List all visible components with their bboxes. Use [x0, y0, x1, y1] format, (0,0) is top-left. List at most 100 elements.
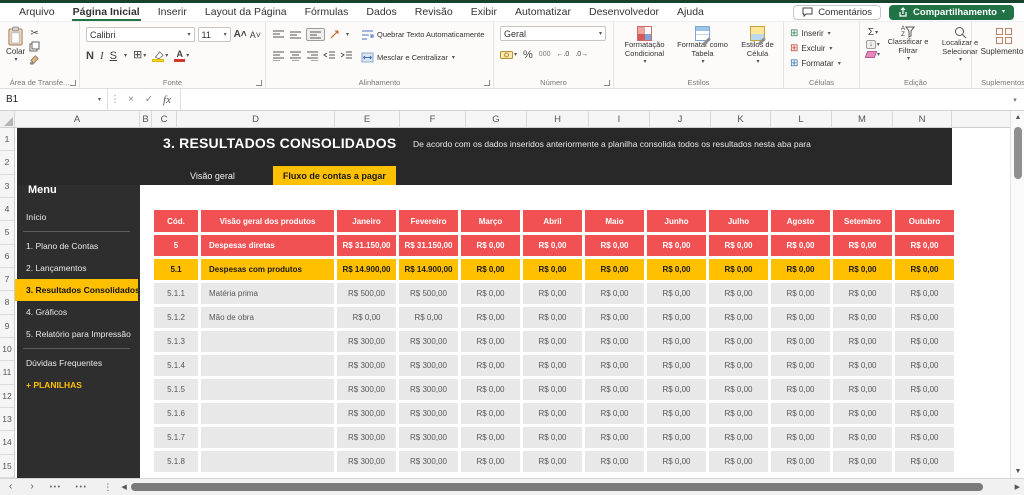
accounting-format-icon[interactable]: ▾: [500, 50, 517, 60]
column-header-N[interactable]: N: [893, 111, 952, 127]
align-middle-icon[interactable]: [289, 29, 302, 40]
table-code-cell[interactable]: 5.1.2: [154, 307, 198, 328]
prev-sheet-icon[interactable]: ‹: [0, 482, 21, 492]
table-value-cell[interactable]: R$ 0,00: [771, 403, 830, 424]
table-value-cell[interactable]: R$ 0,00: [709, 427, 768, 448]
menu-tab-inserir[interactable]: Inserir: [149, 3, 196, 21]
table-label-cell[interactable]: [201, 355, 334, 376]
align-center-icon[interactable]: [289, 50, 302, 61]
table-value-cell[interactable]: R$ 300,00: [399, 451, 458, 472]
table-value-cell[interactable]: R$ 300,00: [399, 403, 458, 424]
row-header-6[interactable]: 6: [0, 245, 14, 268]
table-value-cell[interactable]: R$ 0,00: [585, 235, 644, 256]
menu-tab-layout-da-p-gina[interactable]: Layout da Página: [196, 3, 296, 21]
scroll-down-icon[interactable]: ▼: [1011, 468, 1024, 475]
table-code-cell[interactable]: 5.1: [154, 259, 198, 280]
table-code-cell[interactable]: 5.1.4: [154, 355, 198, 376]
row-header-12[interactable]: 12: [0, 385, 14, 408]
fill-icon[interactable]: ↓▾: [866, 40, 880, 49]
table-label-cell[interactable]: [201, 403, 334, 424]
table-value-cell[interactable]: R$ 14.900,00: [337, 259, 396, 280]
column-header-L[interactable]: L: [771, 111, 832, 127]
table-value-cell[interactable]: R$ 300,00: [337, 451, 396, 472]
table-label-cell[interactable]: [201, 451, 334, 472]
table-value-cell[interactable]: R$ 0,00: [771, 307, 830, 328]
table-value-cell[interactable]: R$ 0,00: [399, 307, 458, 328]
table-value-cell[interactable]: R$ 0,00: [585, 451, 644, 472]
table-value-cell[interactable]: R$ 500,00: [399, 283, 458, 304]
table-value-cell[interactable]: R$ 300,00: [399, 427, 458, 448]
orientation-icon[interactable]: [329, 29, 341, 40]
row-header-2[interactable]: 2: [0, 151, 14, 174]
table-value-cell[interactable]: R$ 0,00: [523, 259, 582, 280]
number-format-select[interactable]: Geral▾: [500, 26, 606, 41]
table-value-cell[interactable]: R$ 0,00: [523, 235, 582, 256]
menu-tab-dados[interactable]: Dados: [357, 3, 405, 21]
table-value-cell[interactable]: R$ 300,00: [337, 427, 396, 448]
addins-button[interactable]: Suplementos: [981, 26, 1024, 56]
share-button[interactable]: Compartilhamento ▾: [889, 5, 1014, 20]
delete-cells-button[interactable]: ⊞ Excluir▾: [790, 41, 855, 56]
borders-icon[interactable]: ⊞▾: [133, 50, 146, 61]
table-value-cell[interactable]: R$ 0,00: [585, 331, 644, 352]
sort-filter-button[interactable]: AZ Classificar e Filtrar ▾: [884, 26, 932, 76]
table-value-cell[interactable]: R$ 0,00: [585, 427, 644, 448]
table-code-cell[interactable]: 5.1.8: [154, 451, 198, 472]
insert-function-icon[interactable]: fx: [158, 94, 176, 106]
table-value-cell[interactable]: R$ 0,00: [523, 451, 582, 472]
table-value-cell[interactable]: R$ 0,00: [461, 451, 520, 472]
row-header-13[interactable]: 13: [0, 408, 14, 431]
table-value-cell[interactable]: R$ 0,00: [461, 235, 520, 256]
sidebar-item--planilhas[interactable]: + PLANILHAS: [15, 374, 138, 396]
table-value-cell[interactable]: R$ 0,00: [647, 355, 706, 376]
table-value-cell[interactable]: R$ 0,00: [895, 259, 954, 280]
scroll-left-icon[interactable]: ◀: [121, 483, 126, 491]
formula-input[interactable]: [180, 89, 1006, 110]
select-all-corner[interactable]: [0, 111, 15, 127]
row-header-5[interactable]: 5: [0, 221, 14, 244]
table-value-cell[interactable]: R$ 0,00: [461, 307, 520, 328]
column-header-C[interactable]: C: [152, 111, 177, 127]
table-value-cell[interactable]: R$ 31.150,00: [337, 235, 396, 256]
formula-bar-expand-icon[interactable]: ▾: [1006, 96, 1024, 104]
column-header-B[interactable]: B: [140, 111, 152, 127]
table-value-cell[interactable]: R$ 0,00: [895, 235, 954, 256]
conditional-formatting-button[interactable]: Formatação Condicional ▾: [619, 26, 671, 76]
table-value-cell[interactable]: R$ 0,00: [585, 355, 644, 376]
table-value-cell[interactable]: R$ 0,00: [833, 403, 892, 424]
table-value-cell[interactable]: R$ 0,00: [833, 331, 892, 352]
table-value-cell[interactable]: R$ 0,00: [461, 355, 520, 376]
table-value-cell[interactable]: R$ 0,00: [523, 427, 582, 448]
table-value-cell[interactable]: R$ 0,00: [461, 379, 520, 400]
autosum-icon[interactable]: Σ▾: [866, 27, 880, 38]
table-value-cell[interactable]: R$ 300,00: [337, 403, 396, 424]
table-value-cell[interactable]: R$ 0,00: [833, 379, 892, 400]
orientation-chevron[interactable]: ▾: [346, 31, 349, 38]
menu-tab-automatizar[interactable]: Automatizar: [506, 3, 580, 21]
sheet-tab-ellipsis-1[interactable]: •••: [43, 484, 69, 491]
copy-icon[interactable]: [29, 41, 40, 52]
font-size-select[interactable]: 11▾: [198, 27, 231, 42]
table-value-cell[interactable]: R$ 0,00: [523, 307, 582, 328]
table-value-cell[interactable]: R$ 0,00: [585, 283, 644, 304]
table-code-cell[interactable]: 5.1.3: [154, 331, 198, 352]
table-value-cell[interactable]: R$ 0,00: [647, 427, 706, 448]
table-value-cell[interactable]: R$ 0,00: [709, 379, 768, 400]
font-color-icon[interactable]: A ▾: [174, 50, 189, 62]
horizontal-scrollbar[interactable]: ◀ ▶: [121, 479, 1020, 495]
table-value-cell[interactable]: R$ 0,00: [771, 259, 830, 280]
format-painter-icon[interactable]: [29, 54, 40, 65]
underline-chevron[interactable]: ▾: [124, 52, 127, 59]
row-header-15[interactable]: 15: [0, 455, 14, 478]
shrink-font-icon[interactable]: A˅: [250, 30, 261, 40]
menu-tab-revis-o[interactable]: Revisão: [406, 3, 462, 21]
table-value-cell[interactable]: R$ 14.900,00: [399, 259, 458, 280]
table-value-cell[interactable]: R$ 300,00: [399, 331, 458, 352]
column-header-I[interactable]: I: [589, 111, 650, 127]
table-value-cell[interactable]: R$ 0,00: [895, 451, 954, 472]
insert-cells-button[interactable]: ⊞ Inserir▾: [790, 26, 855, 41]
table-value-cell[interactable]: R$ 300,00: [399, 355, 458, 376]
table-value-cell[interactable]: R$ 0,00: [647, 451, 706, 472]
column-header-E[interactable]: E: [335, 111, 400, 127]
table-value-cell[interactable]: R$ 0,00: [647, 283, 706, 304]
